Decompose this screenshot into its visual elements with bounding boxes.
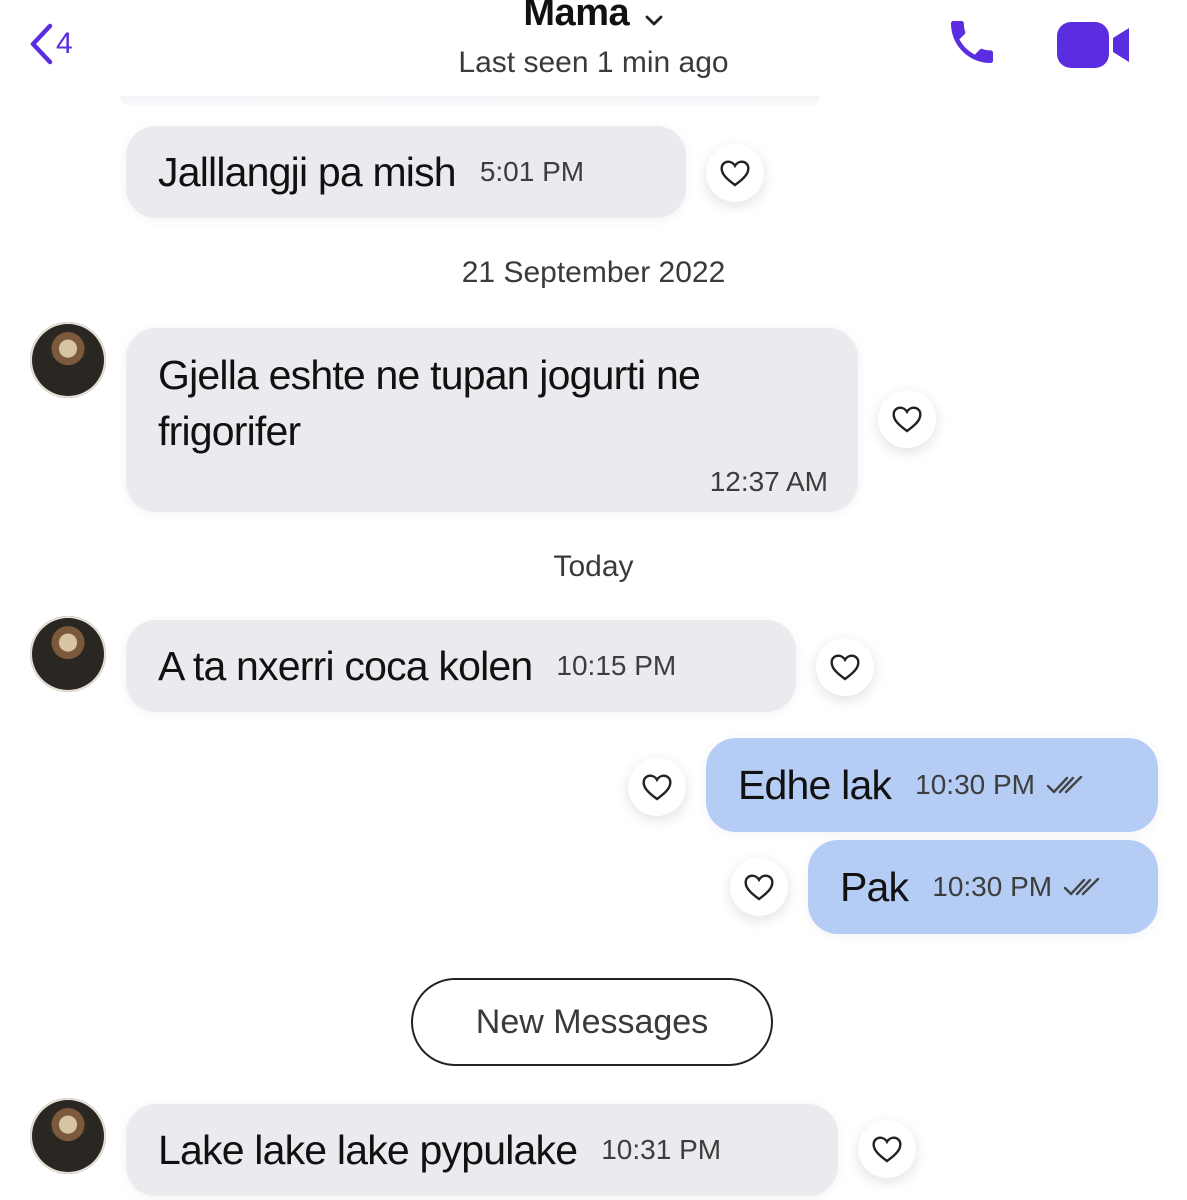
avatar[interactable] [30, 616, 106, 692]
message-time: 10:30 PM [932, 871, 1053, 902]
message-time: 10:30 PM [915, 769, 1036, 800]
like-button[interactable] [628, 758, 686, 816]
message-text-line: Gjella eshte ne tupan jogurti ne [158, 352, 701, 398]
message-bubble[interactable]: Gjella eshte ne tupan jogurti ne frigori… [126, 328, 858, 512]
heart-icon [642, 774, 672, 801]
message-time: 5:01 PM [479, 156, 585, 187]
voice-call-button[interactable] [944, 14, 1000, 75]
message-text: Lake lake lake pypulake [158, 1126, 578, 1173]
message-bubble[interactable]: Lake lake lake pypulake 10:31 PM [126, 1104, 838, 1196]
phone-icon [951, 21, 993, 63]
message-text: Jalllangji pa mish [158, 148, 457, 195]
contact-name: Mama [523, 0, 630, 34]
date-separator: Today [553, 550, 634, 583]
message-time: 10:15 PM [556, 650, 677, 681]
heart-icon [892, 406, 922, 433]
message-bubble[interactable]: Jalllangji pa mish 5:01 PM [126, 126, 686, 218]
message-bubble[interactable]: A ta nxerri coca kolen 10:15 PM [126, 620, 796, 712]
double-check-icon [1046, 775, 1083, 794]
like-button[interactable] [878, 390, 936, 448]
like-button[interactable] [730, 858, 788, 916]
like-button[interactable] [706, 144, 764, 202]
double-check-icon [1063, 877, 1100, 896]
contact-title[interactable]: Mama [0, 0, 1187, 35]
like-button[interactable] [858, 1120, 916, 1178]
heart-icon [830, 654, 860, 681]
heart-icon [744, 874, 774, 901]
last-seen-status: Last seen 1 min ago [458, 46, 729, 79]
avatar[interactable] [30, 1098, 106, 1174]
message-text: A ta nxerri coca kolen [158, 642, 533, 689]
message-text-line: frigorifer [158, 408, 301, 454]
message-text: Edhe lak [738, 761, 892, 808]
date-separator: 21 September 2022 [461, 256, 726, 289]
chevron-down-icon [645, 15, 662, 26]
message-bubble-outgoing[interactable]: Edhe lak 10:30 PM [706, 738, 1158, 832]
video-call-button[interactable] [1055, 18, 1133, 77]
message-time: 12:37 AM [709, 466, 828, 497]
previous-message-edge [120, 96, 820, 106]
avatar[interactable] [30, 322, 106, 398]
message-bubble-outgoing[interactable]: Pak 10:30 PM [808, 840, 1158, 934]
like-button[interactable] [816, 638, 874, 696]
message-text: Pak [840, 863, 909, 910]
new-messages-button[interactable]: New Messages [411, 978, 773, 1066]
chat-header: 4 Mama Last seen 1 min ago [0, 0, 1187, 100]
message-time: 10:31 PM [601, 1134, 722, 1165]
heart-icon [720, 160, 750, 187]
heart-icon [872, 1136, 902, 1163]
video-camera-icon [1057, 22, 1129, 68]
